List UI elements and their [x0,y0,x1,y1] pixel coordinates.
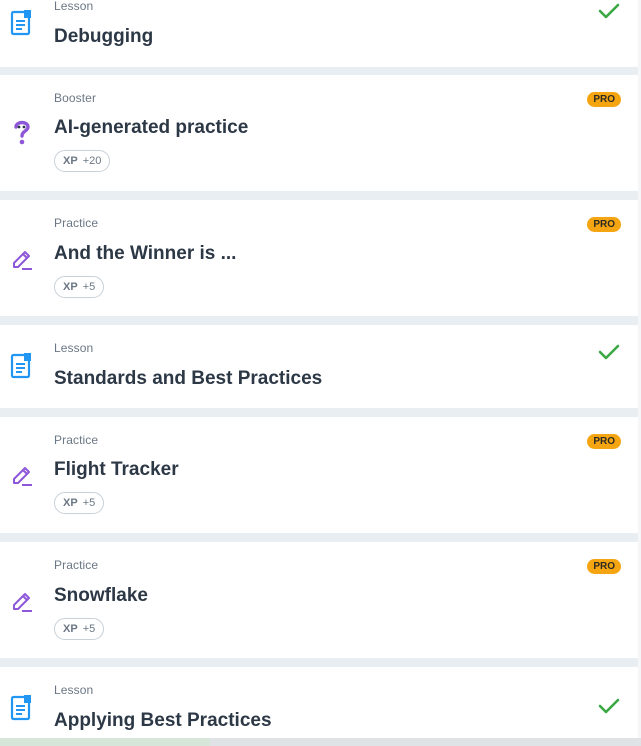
xp-label: XP [63,155,78,167]
item-type-label: Lesson [54,341,94,355]
xp-badge: XP +5 [54,276,105,298]
item-title: And the Winner is ... [54,243,237,264]
pro-badge: PRO [587,434,621,449]
item-type-label: Lesson [54,0,94,13]
document-icon [10,695,34,721]
item-title: Debugging [54,26,154,47]
list-item-practice[interactable]: Practice And the Winner is ... XP +5 PRO [0,200,638,316]
item-type-label: Practice [54,558,99,572]
completed-check-icon [598,697,620,720]
xp-value: +5 [82,623,96,635]
bottom-edge-accent [0,738,210,746]
question-mark-icon [10,119,34,145]
xp-badge: XP +20 [54,150,111,172]
item-title: Standards and Best Practices [54,368,323,389]
list-item-practice[interactable]: Practice Flight Tracker XP +5 PRO [0,417,638,533]
item-title: Snowflake [54,585,148,606]
list-item-booster[interactable]: Booster AI-generated practice XP +20 PRO [0,75,638,191]
completed-check-icon [598,2,620,25]
pencil-icon [10,588,34,614]
item-title: Applying Best Practices [54,710,272,731]
completed-check-icon [598,343,620,366]
pencil-icon [10,246,34,272]
item-type-label: Practice [54,216,99,230]
list-item-practice[interactable]: Practice Snowflake XP +5 PRO [0,542,638,658]
list-item-lesson[interactable]: Lesson Applying Best Practices [0,667,638,738]
document-icon [10,10,34,36]
xp-label: XP [63,623,78,635]
item-type-label: Practice [54,433,99,447]
item-type-label: Booster [54,91,97,105]
pencil-icon [10,462,34,488]
bottom-edge [0,738,641,746]
document-icon [10,353,34,379]
item-title: AI-generated practice [54,117,249,138]
xp-label: XP [63,281,78,293]
item-type-label: Lesson [54,683,94,697]
xp-badge: XP +5 [54,618,105,640]
xp-label: XP [63,497,78,509]
xp-badge: XP +5 [54,492,105,514]
xp-value: +20 [82,155,102,167]
xp-value: +5 [82,497,96,509]
item-title: Flight Tracker [54,459,179,480]
xp-value: +5 [82,281,96,293]
list-item-lesson[interactable]: Lesson Debugging [0,0,638,67]
pro-badge: PRO [587,217,621,232]
pro-badge: PRO [587,559,621,574]
pro-badge: PRO [587,92,621,107]
list-item-lesson[interactable]: Lesson Standards and Best Practices [0,325,638,408]
